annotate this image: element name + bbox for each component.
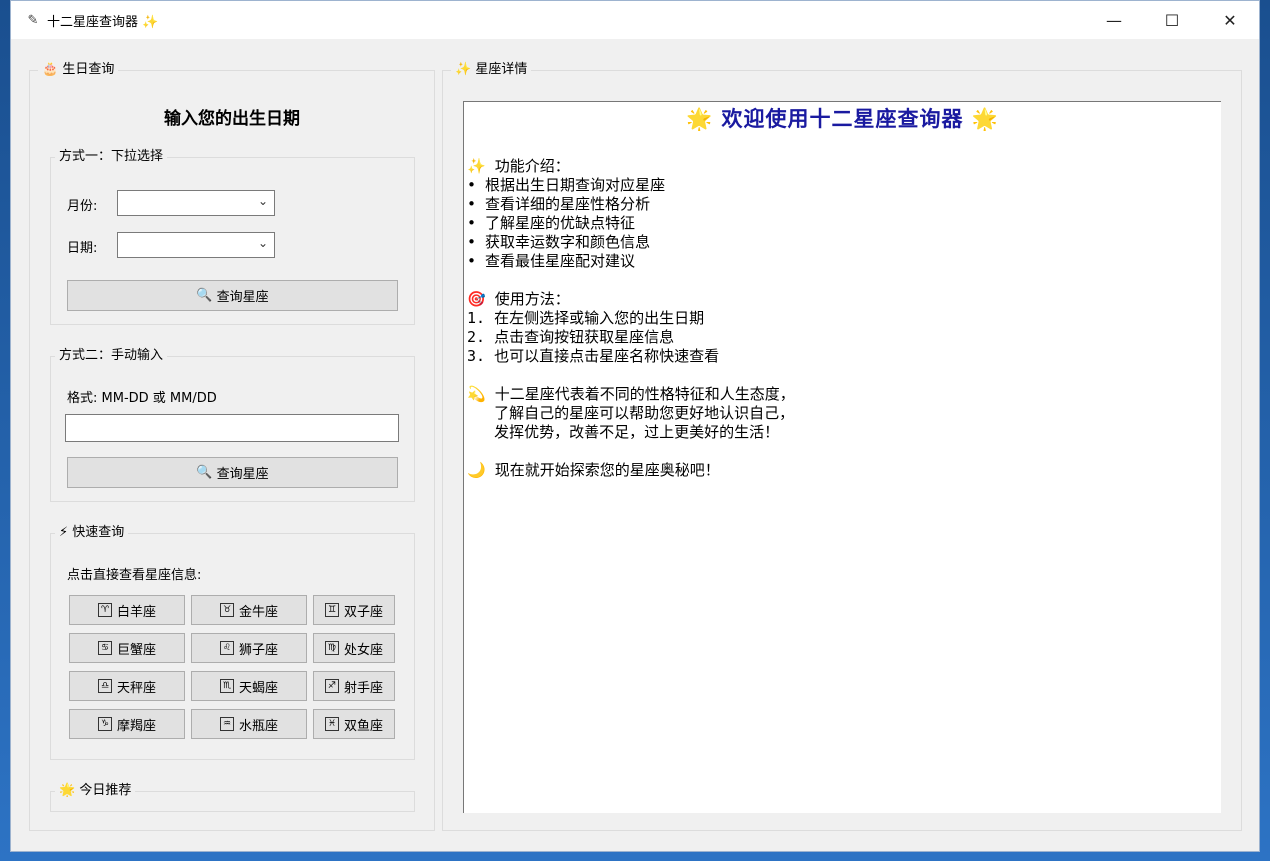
day-select[interactable]: ⌄ bbox=[117, 232, 275, 258]
pisces-icon: ♓ bbox=[324, 717, 339, 731]
virgo-label: 处女座 bbox=[343, 642, 383, 658]
leo-icon: ♌ bbox=[219, 641, 234, 655]
text-line: 🎯 使用方法： bbox=[467, 290, 570, 308]
capricorn-button[interactable]: ♑ 摩羯座 bbox=[69, 709, 185, 739]
taurus-label: 金牛座 bbox=[238, 604, 278, 620]
aquarius-button[interactable]: ♒ 水瓶座 bbox=[191, 709, 307, 739]
taurus-button[interactable]: ♉ 金牛座 bbox=[191, 595, 307, 625]
text-line: 2. 点击查询按钮获取星座信息 bbox=[467, 328, 675, 346]
birthday-query-panel: 🎂 生日查询 输入您的出生日期 方式一：下拉选择 月份: ⌄ 日期: ⌄ 🔍 查… bbox=[29, 61, 435, 831]
virgo-icon: ♍ bbox=[324, 641, 339, 655]
search-icon: 🔍 bbox=[196, 288, 213, 303]
scorpio-label: 天蝎座 bbox=[238, 680, 278, 696]
today-recommend-group: 🌟 今日推荐 bbox=[50, 782, 415, 812]
minimize-button[interactable]: — bbox=[1085, 1, 1143, 39]
text-line: • 了解星座的优缺点特征 bbox=[467, 214, 636, 232]
libra-icon: ♎ bbox=[97, 679, 112, 693]
cancer-icon: ♋ bbox=[97, 641, 112, 655]
capricorn-icon: ♑ bbox=[97, 717, 112, 731]
manual-query-label: 查询星座 bbox=[216, 467, 269, 482]
welcome-heading: 🌟 欢迎使用十二星座查询器 🌟 bbox=[686, 106, 999, 131]
app-window: ✎ 十二星座查询器 ✨ — ☐ ✕ 🎂 生日查询 输入您的出生日期 方式一：下拉… bbox=[10, 0, 1260, 852]
taurus-icon: ♉ bbox=[219, 603, 234, 617]
leo-label: 狮子座 bbox=[238, 642, 278, 658]
dropdown-query-button[interactable]: 🔍 查询星座 bbox=[67, 280, 398, 311]
pisces-label: 双鱼座 bbox=[343, 718, 383, 734]
quick-query-hint: 点击直接查看星座信息: bbox=[67, 568, 202, 583]
aquarius-icon: ♒ bbox=[219, 717, 234, 731]
text-line: • 查看详细的星座性格分析 bbox=[467, 195, 651, 213]
pisces-button[interactable]: ♓ 双鱼座 bbox=[313, 709, 395, 739]
detail-panel-title: ✨ 星座详情 bbox=[451, 61, 532, 79]
text-line: • 查看最佳星座配对建议 bbox=[467, 252, 636, 270]
text-line: • 获取幸运数字和颜色信息 bbox=[467, 233, 651, 251]
birth-date-input[interactable] bbox=[65, 414, 399, 442]
dropdown-query-label: 查询星座 bbox=[216, 290, 269, 305]
aries-icon: ♈ bbox=[97, 603, 112, 617]
dropdown-method-group: 方式一：下拉选择 月份: ⌄ 日期: ⌄ 🔍 查询星座 bbox=[50, 148, 415, 325]
feather-icon: ✎ bbox=[27, 12, 39, 28]
month-select[interactable]: ⌄ bbox=[117, 190, 275, 216]
scorpio-icon: ♏ bbox=[219, 679, 234, 693]
quick-query-group: ⚡ 快速查询 点击直接查看星座信息: ♈ 白羊座 ♉ 金牛座 ♊ 双子座 ♋ 巨蟹座 ♌… bbox=[50, 524, 415, 760]
text-line: 3. 也可以直接点击星座名称快速查看 bbox=[467, 347, 720, 365]
manual-query-button[interactable]: 🔍 查询星座 bbox=[67, 457, 398, 488]
today-recommend-title: 🌟 今日推荐 bbox=[55, 782, 136, 800]
sagittarius-label: 射手座 bbox=[343, 680, 383, 696]
aries-button[interactable]: ♈ 白羊座 bbox=[69, 595, 185, 625]
title-bar: ✎ 十二星座查询器 ✨ — ☐ ✕ bbox=[11, 1, 1259, 39]
day-label: 日期: bbox=[67, 241, 98, 256]
detail-text-area[interactable]: 🌟 欢迎使用十二星座查询器 🌟 ✨ 功能介绍： • 根据出生日期查询对应星座 •… bbox=[463, 101, 1221, 813]
libra-label: 天秤座 bbox=[116, 680, 156, 696]
manual-method-group: 方式二：手动输入 格式: MM-DD 或 MM/DD 🔍 查询星座 bbox=[50, 347, 415, 502]
text-line: ✨ 功能介绍： bbox=[467, 157, 570, 175]
chevron-down-icon: ⌄ bbox=[257, 236, 268, 250]
format-label: 格式: MM-DD 或 MM/DD bbox=[67, 391, 217, 406]
sagittarius-button[interactable]: ♐ 射手座 bbox=[313, 671, 395, 701]
gemini-button[interactable]: ♊ 双子座 bbox=[313, 595, 395, 625]
text-line: 💫 十二星座代表着不同的性格特征和人生态度， bbox=[467, 385, 795, 403]
window-title: 十二星座查询器 ✨ bbox=[47, 14, 159, 30]
text-line: 发挥优势，改善不足，过上更美好的生活！ bbox=[467, 423, 780, 441]
window-controls: — ☐ ✕ bbox=[1085, 1, 1259, 39]
close-button[interactable]: ✕ bbox=[1201, 1, 1259, 39]
cancer-button[interactable]: ♋ 巨蟹座 bbox=[69, 633, 185, 663]
gemini-label: 双子座 bbox=[343, 604, 383, 620]
aquarius-label: 水瓶座 bbox=[238, 718, 278, 734]
birth-date-heading: 输入您的出生日期 bbox=[164, 109, 300, 129]
search-icon: 🔍 bbox=[196, 465, 213, 480]
aries-label: 白羊座 bbox=[116, 604, 156, 620]
capricorn-label: 摩羯座 bbox=[116, 718, 156, 734]
leo-button[interactable]: ♌ 狮子座 bbox=[191, 633, 307, 663]
quick-query-title: ⚡ 快速查询 bbox=[55, 524, 129, 542]
birthday-query-title: 🎂 生日查询 bbox=[38, 61, 119, 79]
scorpio-button[interactable]: ♏ 天蝎座 bbox=[191, 671, 307, 701]
dropdown-method-title: 方式一：下拉选择 bbox=[55, 148, 168, 166]
manual-method-title: 方式二：手动输入 bbox=[55, 347, 168, 365]
sagittarius-icon: ♐ bbox=[324, 679, 339, 693]
text-line: 了解自己的星座可以帮助您更好地认识自己， bbox=[467, 404, 795, 422]
text-line: • 根据出生日期查询对应星座 bbox=[467, 176, 666, 194]
libra-button[interactable]: ♎ 天秤座 bbox=[69, 671, 185, 701]
cancer-label: 巨蟹座 bbox=[116, 642, 156, 658]
virgo-button[interactable]: ♍ 处女座 bbox=[313, 633, 395, 663]
chevron-down-icon: ⌄ bbox=[257, 194, 268, 208]
maximize-button[interactable]: ☐ bbox=[1143, 1, 1201, 39]
month-label: 月份: bbox=[67, 199, 98, 214]
text-line: 1. 在左侧选择或输入您的出生日期 bbox=[467, 309, 705, 327]
gemini-icon: ♊ bbox=[324, 603, 339, 617]
text-line: 🌙 现在就开始探索您的星座奥秘吧！ bbox=[467, 461, 720, 479]
